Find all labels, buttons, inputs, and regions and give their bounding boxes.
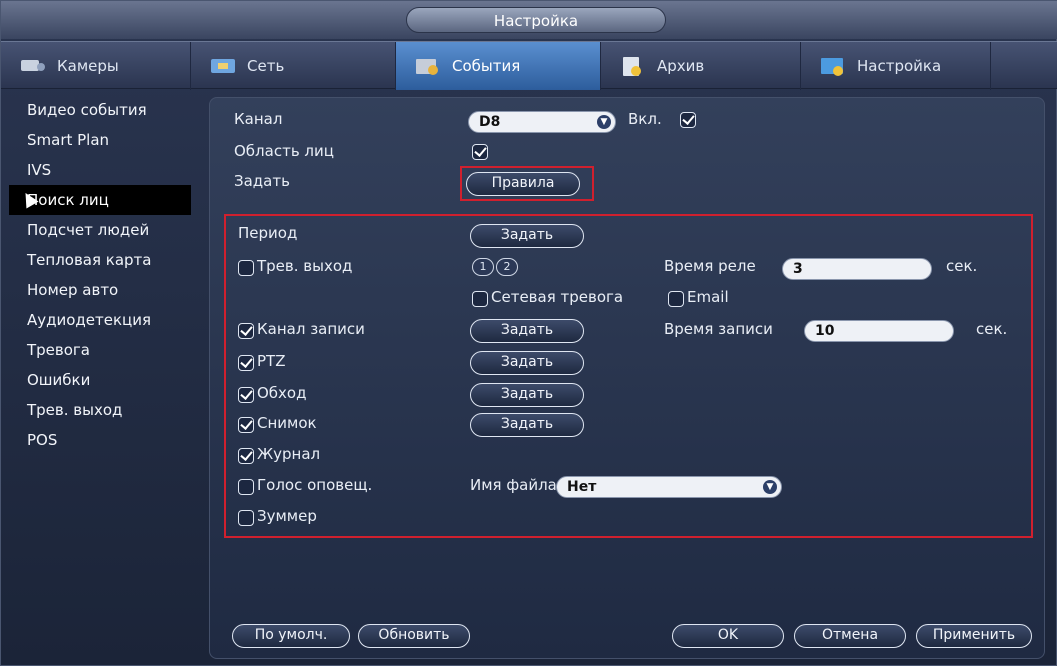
archive-icon — [619, 55, 649, 77]
snapshot-set-button[interactable]: Задать — [470, 413, 584, 437]
enable-label: Вкл. — [628, 110, 662, 128]
record-channel-checkbox[interactable] — [238, 323, 254, 339]
channel-label: Канал — [234, 110, 283, 128]
chevron-down-icon: ▼ — [763, 480, 777, 494]
events-icon — [414, 55, 444, 77]
record-channel-label: Канал записи — [257, 320, 365, 338]
snapshot-label: Снимок — [257, 414, 317, 432]
sidebar-item-heat-map[interactable]: Тепловая карта — [9, 245, 191, 275]
snapshot-checkbox[interactable] — [238, 417, 254, 433]
camera-icon — [19, 55, 49, 77]
set-label: Задать — [234, 172, 290, 190]
enable-checkbox[interactable] — [680, 112, 696, 128]
ptz-label: PTZ — [257, 352, 286, 370]
sidebar-item-smart-plan[interactable]: Smart Plan — [9, 125, 191, 155]
tab-events[interactable]: События — [396, 42, 601, 90]
relay-time-input[interactable]: 3 — [782, 258, 932, 280]
sidebar-item-ivs[interactable]: IVS — [9, 155, 191, 185]
default-button[interactable]: По умолч. — [232, 624, 350, 648]
refresh-button[interactable]: Обновить — [358, 624, 470, 648]
chevron-down-icon: ▼ — [597, 115, 611, 129]
period-set-button[interactable]: Задать — [470, 224, 584, 248]
log-label: Журнал — [257, 445, 321, 463]
tab-archive-label: Архив — [657, 57, 705, 75]
email-label: Email — [687, 288, 729, 306]
alarm-out-label: Трев. выход — [257, 257, 353, 275]
settings-window: Настройка Камеры Сеть События Архив Наст… — [0, 0, 1057, 666]
filename-value: Нет — [567, 479, 597, 495]
sidebar-item-pos[interactable]: POS — [9, 425, 191, 455]
ok-button[interactable]: OK — [672, 624, 784, 648]
tab-archive[interactable]: Архив — [601, 42, 801, 90]
sidebar-item-alarm[interactable]: Тревога — [9, 335, 191, 365]
email-checkbox[interactable] — [668, 291, 684, 307]
title-bar: Настройка — [1, 1, 1057, 39]
filename-select[interactable]: Нет ▼ — [556, 476, 782, 498]
sidebar-item-audio-detection[interactable]: Аудиодетекция — [9, 305, 191, 335]
relay-time-label: Время реле — [664, 257, 756, 275]
buzzer-checkbox[interactable] — [238, 510, 254, 526]
sidebar-item-alarm-output[interactable]: Трев. выход — [9, 395, 191, 425]
net-alarm-label: Сетевая тревога — [491, 288, 624, 306]
cancel-button[interactable]: Отмена — [794, 624, 906, 648]
tab-cameras[interactable]: Камеры — [1, 42, 191, 90]
channel-value: D8 — [479, 114, 501, 130]
alarm-out-channel-1[interactable]: 1 — [472, 258, 494, 276]
rules-highlight — [460, 166, 594, 201]
tour-checkbox[interactable] — [238, 387, 254, 403]
sidebar: Видео события Smart Plan IVS Поиск лиц П… — [9, 95, 191, 455]
alarm-out-channel-2[interactable]: 2 — [496, 258, 518, 276]
sidebar-item-people-count[interactable]: Подсчет людей — [9, 215, 191, 245]
tab-network[interactable]: Сеть — [191, 42, 396, 90]
face-area-label: Область лиц — [234, 142, 334, 160]
voice-checkbox[interactable] — [238, 479, 254, 495]
window-title: Настройка — [406, 7, 666, 33]
record-time-input[interactable]: 10 — [804, 320, 954, 342]
record-time-unit: сек. — [976, 320, 1008, 338]
log-checkbox[interactable] — [238, 448, 254, 464]
net-alarm-checkbox[interactable] — [472, 291, 488, 307]
period-label: Период — [238, 224, 298, 242]
record-channel-set-button[interactable]: Задать — [470, 319, 584, 343]
voice-label: Голос оповещ. — [257, 476, 373, 494]
tab-settings[interactable]: Настройка — [801, 42, 991, 90]
face-search-panel: Канал D8 ▼ Вкл. Область лиц Задать Прави… — [209, 97, 1045, 659]
tab-settings-label: Настройка — [857, 57, 942, 75]
record-time-label: Время записи — [664, 320, 773, 338]
ptz-set-button[interactable]: Задать — [470, 351, 584, 375]
relay-time-unit: сек. — [946, 257, 978, 275]
tab-network-label: Сеть — [247, 57, 285, 75]
apply-button[interactable]: Применить — [916, 624, 1032, 648]
channel-select[interactable]: D8 ▼ — [468, 111, 616, 133]
buzzer-label: Зуммер — [257, 507, 317, 525]
tour-set-button[interactable]: Задать — [470, 383, 584, 407]
tab-events-label: События — [452, 57, 521, 75]
sidebar-item-plate-number[interactable]: Номер авто — [9, 275, 191, 305]
network-icon — [209, 55, 239, 77]
face-area-checkbox[interactable] — [472, 144, 488, 160]
top-tabs: Камеры Сеть События Архив Настройка — [1, 41, 1057, 90]
filename-label: Имя файла — [470, 476, 557, 494]
sidebar-item-video-events[interactable]: Видео события — [9, 95, 191, 125]
ptz-checkbox[interactable] — [238, 355, 254, 371]
tab-cameras-label: Камеры — [57, 57, 119, 75]
alarm-out-checkbox[interactable] — [238, 260, 254, 276]
settings-icon — [819, 55, 849, 77]
tour-label: Обход — [257, 384, 307, 402]
sidebar-item-errors[interactable]: Ошибки — [9, 365, 191, 395]
